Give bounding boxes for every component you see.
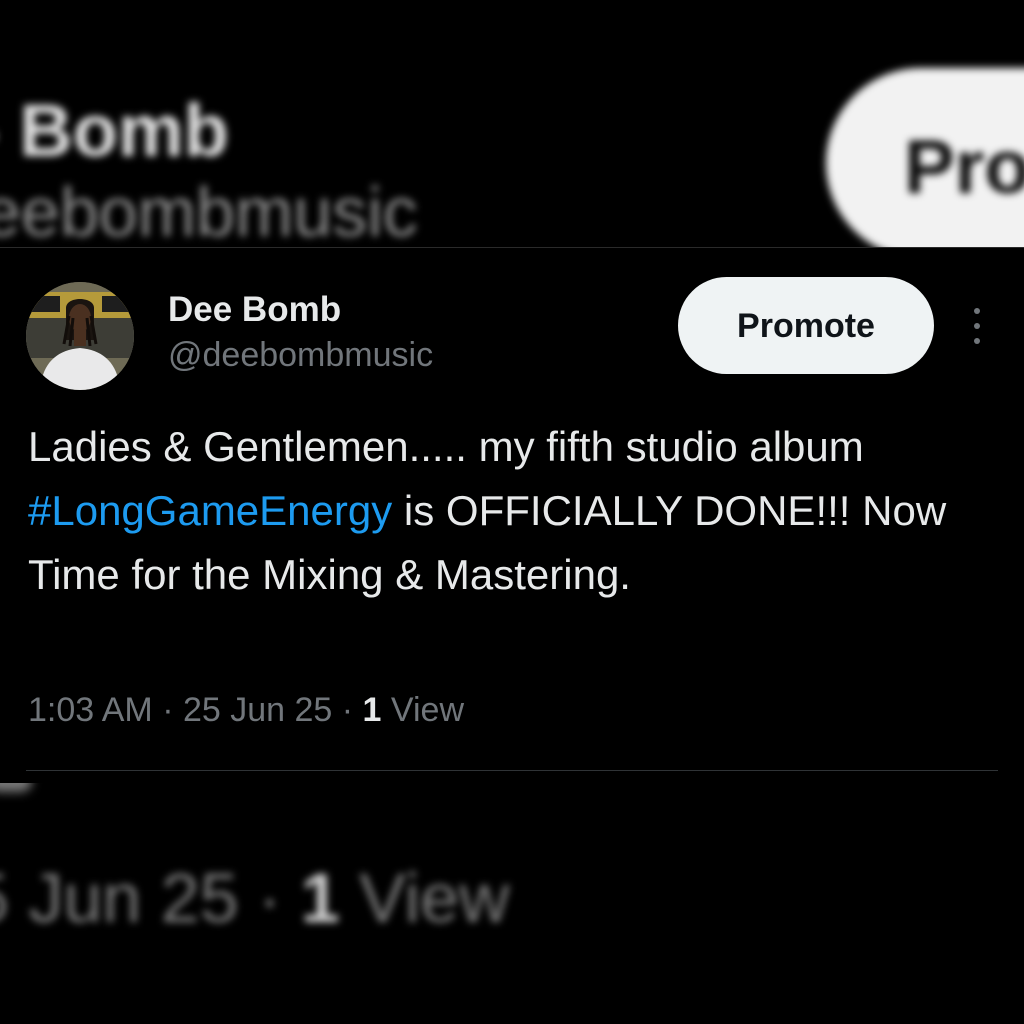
bg-promote-button: Pro: [826, 68, 1024, 258]
tweet-text: Ladies & Gentlemen..... my fifth studio …: [28, 415, 988, 607]
promote-button[interactable]: Promote: [678, 277, 934, 374]
meta-separator: ·: [332, 691, 363, 729]
profile-photo-icon: [26, 282, 134, 390]
more-dot: [974, 323, 980, 329]
bg-meta-views-label: View: [339, 859, 510, 937]
bg-promote-label: Pro: [904, 125, 1024, 210]
tweet-text-before: Ladies & Gentlemen..... my fifth studio …: [28, 423, 864, 470]
tweet-card: Dee Bomb @deebombmusic Promote Ladies & …: [0, 248, 1024, 783]
tweet-time[interactable]: 1:03 AM: [28, 691, 153, 729]
views-count: 1: [362, 691, 382, 729]
bg-display-name: - Bomb: [19, 89, 229, 172]
more-dot: [974, 338, 980, 344]
divider: [26, 770, 998, 771]
more-dot: [974, 308, 980, 314]
bg-meta-views-count: 1: [300, 859, 340, 937]
bg-meta: 5 Jun 25 · 1 View: [0, 858, 510, 938]
tweet-date[interactable]: 25 Jun 25: [183, 691, 332, 729]
views-label: View: [381, 691, 464, 729]
meta-separator: ·: [152, 691, 183, 729]
author-display-name[interactable]: Dee Bomb: [168, 290, 341, 330]
tweet-meta: 1:03 AM · 25 Jun 25 · 1 View: [28, 691, 464, 730]
more-vertical-icon[interactable]: [960, 304, 994, 348]
hashtag-link[interactable]: #LongGameEnergy: [28, 487, 392, 534]
bg-handle: eebombmusic: [0, 173, 418, 251]
author-handle[interactable]: @deebombmusic: [168, 336, 433, 375]
avatar[interactable]: [26, 282, 134, 390]
bg-meta-date: 5 Jun 25 ·: [0, 859, 301, 937]
